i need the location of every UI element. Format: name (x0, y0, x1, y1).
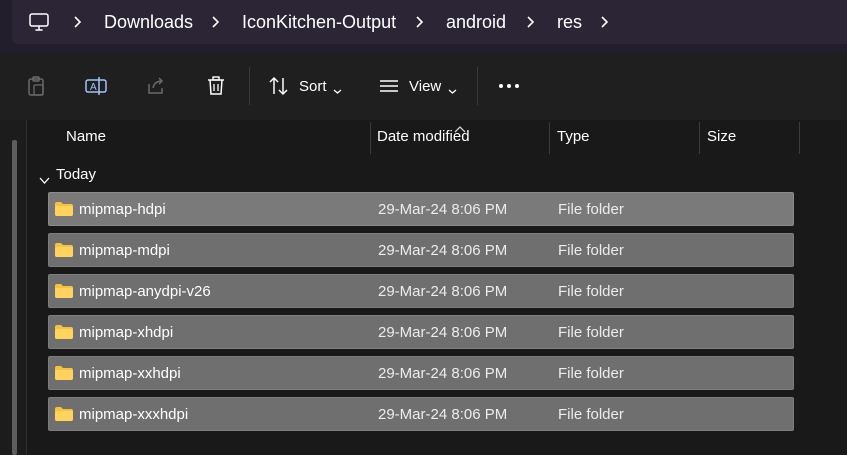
folder-icon (54, 201, 74, 217)
breadcrumb-item-res[interactable]: res (557, 11, 582, 33)
chevron-right-icon[interactable] (415, 14, 425, 30)
chevron-right-icon[interactable] (73, 14, 83, 30)
table-row[interactable]: mipmap-xxxhdpi 29-Mar-24 8:06 PM File fo… (48, 397, 794, 431)
file-name: mipmap-mdpi (79, 242, 170, 259)
folder-icon (54, 242, 74, 258)
column-header-date-modified[interactable]: Date modified (377, 128, 470, 146)
file-name: mipmap-hdpi (79, 201, 166, 218)
table-row[interactable]: mipmap-mdpi 29-Mar-24 8:06 PM File folde… (48, 233, 794, 267)
file-name: mipmap-xxxhdpi (79, 406, 189, 423)
table-row[interactable]: mipmap-xxhdpi 29-Mar-24 8:06 PM File fol… (48, 356, 794, 390)
sort-caret-icon (454, 120, 466, 133)
file-type: File folder (558, 324, 624, 341)
chevron-right-icon[interactable] (526, 14, 536, 30)
file-date: 29-Mar-24 8:06 PM (378, 283, 508, 300)
table-row[interactable]: mipmap-hdpi 29-Mar-24 8:06 PM File folde… (48, 192, 794, 226)
breadcrumb-item-iconkitchen-output[interactable]: IconKitchen-Output (242, 11, 396, 33)
address-bar-region: Downloads IconKitchen-Output android res (0, 0, 847, 52)
view-icon[interactable] (376, 73, 402, 99)
file-date: 29-Mar-24 8:06 PM (378, 406, 508, 423)
paste-icon[interactable] (23, 73, 49, 99)
column-separator[interactable] (799, 122, 800, 154)
folder-icon (54, 324, 74, 340)
table-row[interactable]: mipmap-xhdpi 29-Mar-24 8:06 PM File fold… (48, 315, 794, 349)
file-type: File folder (558, 201, 624, 218)
column-separator[interactable] (549, 122, 550, 154)
breadcrumb-item-android[interactable]: android (446, 11, 506, 33)
table-row[interactable]: mipmap-anydpi-v26 29-Mar-24 8:06 PM File… (48, 274, 794, 308)
group-header-today[interactable]: Today (56, 166, 96, 184)
file-date: 29-Mar-24 8:06 PM (378, 365, 508, 382)
chevron-down-icon[interactable] (333, 82, 342, 94)
chevron-down-icon[interactable] (448, 82, 457, 94)
file-type: File folder (558, 283, 624, 300)
toolbar-divider (477, 67, 478, 105)
column-header-type[interactable]: Type (557, 128, 590, 146)
chevron-right-icon[interactable] (211, 14, 221, 30)
folder-icon (54, 283, 74, 299)
toolbar-divider (249, 67, 250, 105)
view-button[interactable]: View (409, 78, 441, 96)
sort-icon[interactable] (266, 73, 292, 99)
file-name: mipmap-xhdpi (79, 324, 174, 341)
column-header-size[interactable]: Size (707, 128, 736, 146)
rename-icon[interactable]: A (83, 73, 109, 99)
nav-scrollbar[interactable] (12, 140, 17, 455)
column-header-name[interactable]: Name (66, 128, 106, 146)
trash-icon[interactable] (203, 73, 229, 99)
file-type: File folder (558, 406, 624, 423)
file-type: File folder (558, 365, 624, 382)
column-separator[interactable] (699, 122, 700, 154)
svg-text:A: A (90, 82, 97, 93)
chevron-down-icon[interactable] (39, 171, 50, 184)
file-date: 29-Mar-24 8:06 PM (378, 242, 508, 259)
file-name: mipmap-xxhdpi (79, 365, 181, 382)
more-icon[interactable] (496, 73, 522, 99)
folder-icon (54, 406, 74, 422)
folder-icon (54, 365, 74, 381)
computer-icon[interactable] (28, 11, 50, 33)
file-date: 29-Mar-24 8:06 PM (378, 324, 508, 341)
file-type: File folder (558, 242, 624, 259)
file-name: mipmap-anydpi-v26 (79, 283, 211, 300)
share-icon[interactable] (143, 73, 169, 99)
column-separator[interactable] (370, 122, 371, 154)
command-bar: A Sort View (0, 52, 847, 120)
sort-button[interactable]: Sort (299, 78, 327, 96)
chevron-right-icon[interactable] (600, 14, 610, 30)
file-date: 29-Mar-24 8:06 PM (378, 201, 508, 218)
breadcrumb-item-downloads[interactable]: Downloads (104, 11, 193, 33)
